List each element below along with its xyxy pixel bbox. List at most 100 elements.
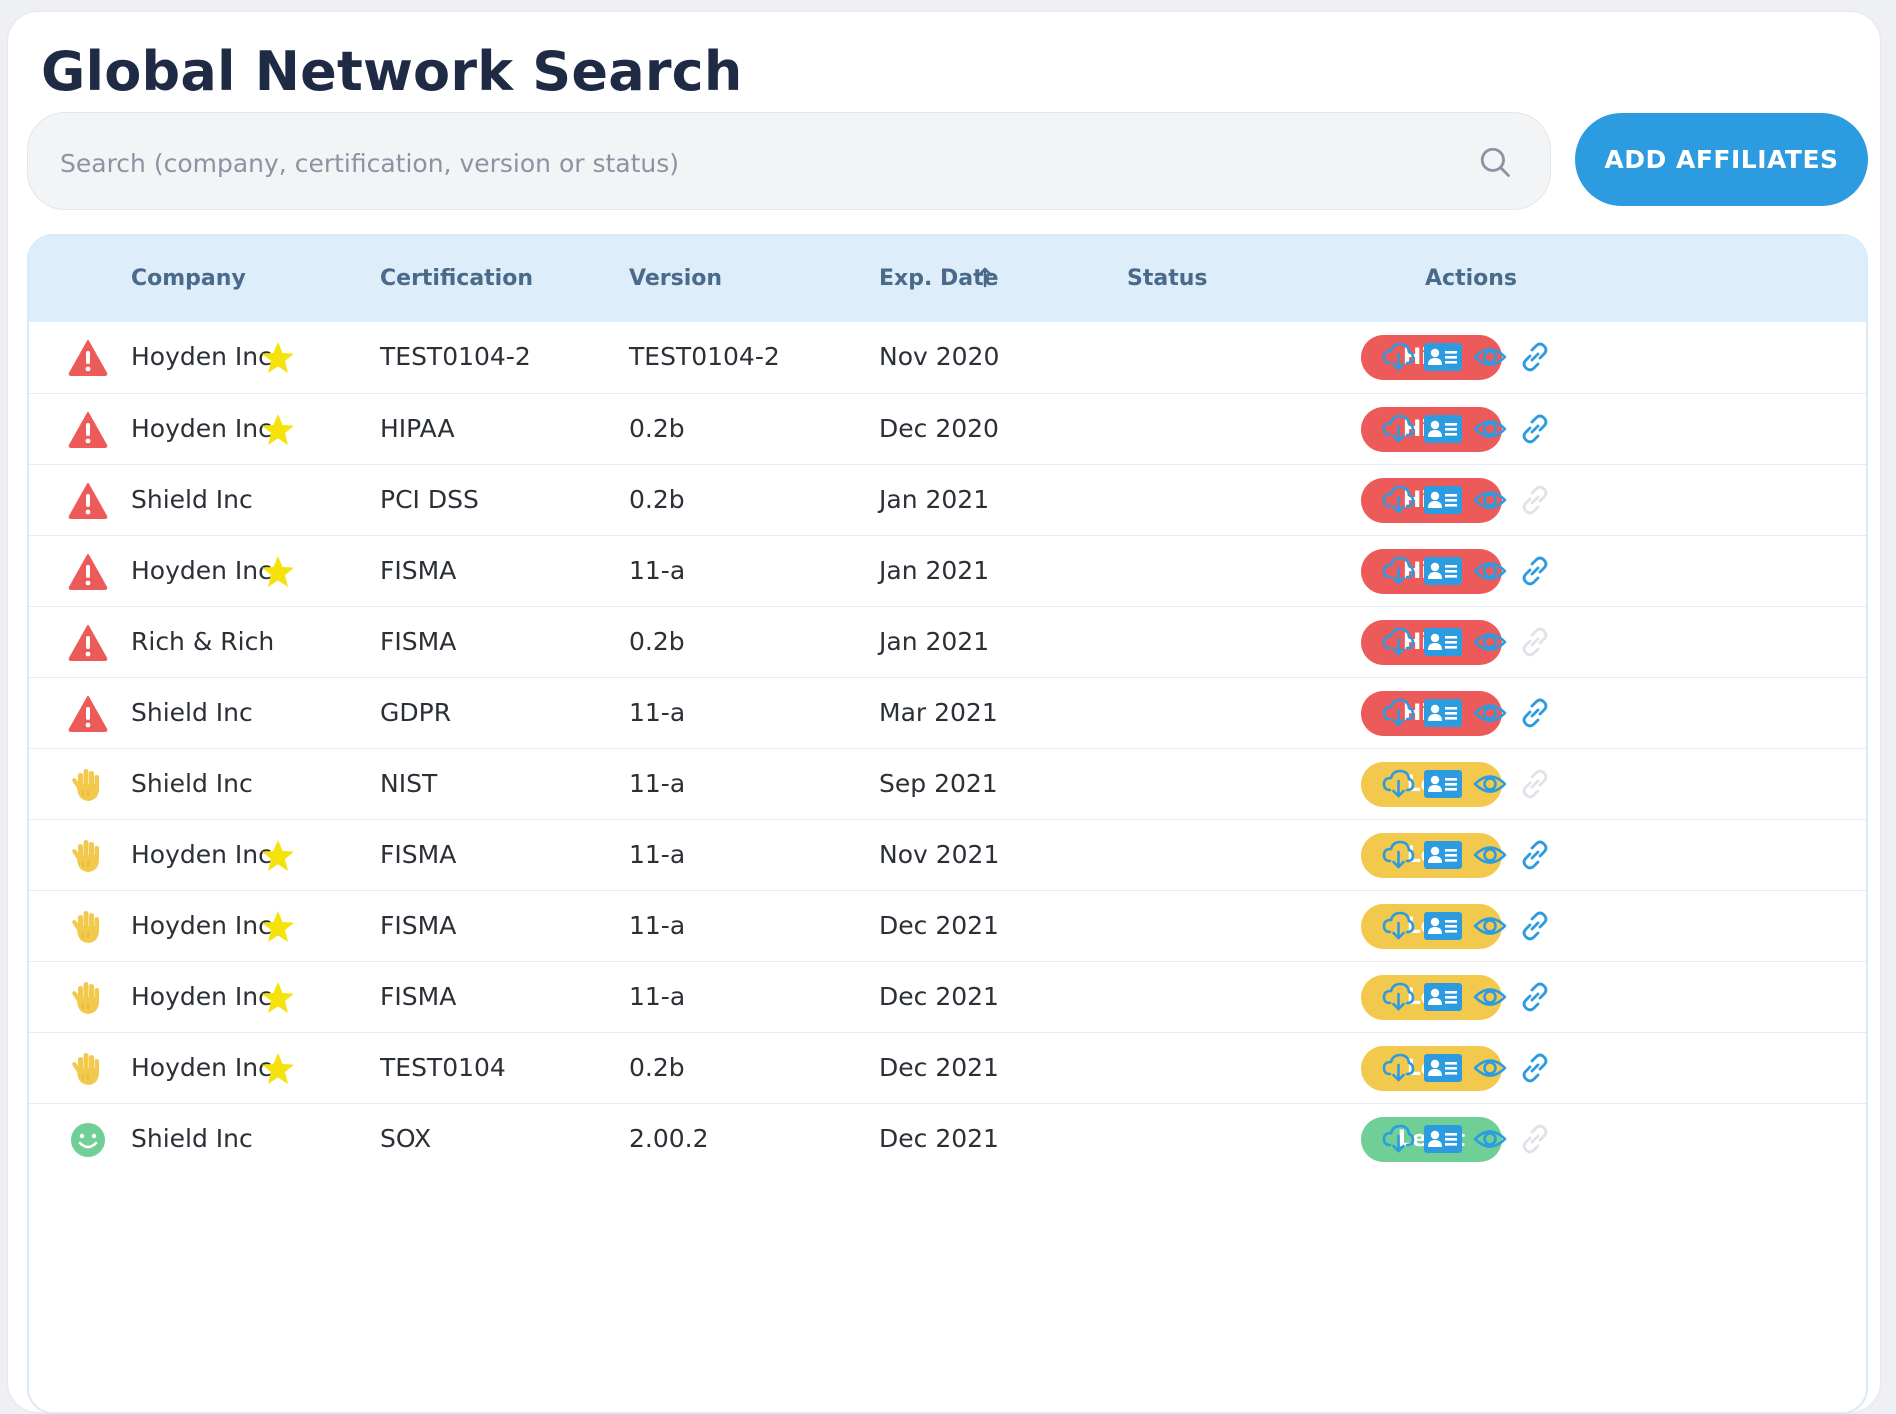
hand-icon: [72, 911, 99, 943]
table-row[interactable]: Hoyden IncFISMA11-aDec 2021Low: [29, 961, 1866, 1032]
contact-card-icon[interactable]: [1423, 554, 1463, 588]
contact-card-icon[interactable]: [1423, 767, 1463, 801]
eye-icon[interactable]: [1472, 838, 1508, 872]
exp-date-value: Dec 2021: [879, 911, 999, 940]
star-icon[interactable]: [260, 554, 296, 590]
company-name[interactable]: Hoyden Inc: [131, 414, 272, 443]
certification-name: HIPAA: [380, 414, 455, 443]
cloud-download-icon[interactable]: [1381, 980, 1415, 1014]
company-name[interactable]: Shield Inc: [131, 485, 253, 514]
table-row[interactable]: Hoyden IncFISMA11-aNov 2021Low: [29, 819, 1866, 890]
link-icon[interactable]: [1518, 554, 1552, 588]
star-icon[interactable]: [260, 838, 296, 874]
company-name[interactable]: Shield Inc: [131, 769, 253, 798]
eye-icon[interactable]: [1472, 554, 1508, 588]
cloud-download-icon[interactable]: [1381, 412, 1415, 446]
link-icon[interactable]: [1518, 838, 1552, 872]
table-row[interactable]: Shield IncSOX2.00.2Dec 2021Least: [29, 1103, 1866, 1174]
star-icon[interactable]: [260, 980, 296, 1016]
eye-icon[interactable]: [1472, 1051, 1508, 1085]
contact-card-icon[interactable]: [1423, 412, 1463, 446]
cloud-download-icon[interactable]: [1381, 1122, 1415, 1156]
company-name[interactable]: Hoyden Inc: [131, 840, 272, 869]
contact-card-icon[interactable]: [1423, 838, 1463, 872]
warning-triangle-icon: [68, 625, 108, 661]
cloud-download-icon[interactable]: [1381, 483, 1415, 517]
company-name[interactable]: Hoyden Inc: [131, 556, 272, 585]
star-icon[interactable]: [260, 412, 296, 448]
column-header-status[interactable]: Status: [1127, 266, 1207, 291]
hand-icon: [72, 769, 99, 801]
cloud-download-icon[interactable]: [1381, 909, 1415, 943]
table-row[interactable]: Shield IncPCI DSS0.2bJan 2021High: [29, 464, 1866, 535]
version-value: 0.2b: [629, 485, 685, 514]
contact-card-icon[interactable]: [1423, 483, 1463, 517]
column-header-version[interactable]: Version: [629, 266, 722, 291]
hand-icon: [72, 982, 99, 1014]
column-header-company[interactable]: Company: [131, 266, 246, 291]
eye-icon[interactable]: [1472, 625, 1508, 659]
contact-card-icon[interactable]: [1423, 625, 1463, 659]
contact-card-icon[interactable]: [1423, 696, 1463, 730]
arrow-up-icon[interactable]: [974, 264, 996, 290]
contact-card-icon[interactable]: [1423, 1122, 1463, 1156]
cloud-download-icon[interactable]: [1381, 625, 1415, 659]
link-icon[interactable]: [1518, 1051, 1552, 1085]
eye-icon[interactable]: [1472, 340, 1508, 374]
eye-icon[interactable]: [1472, 412, 1508, 446]
link-icon[interactable]: [1518, 412, 1552, 446]
table-row[interactable]: Rich & RichFISMA0.2bJan 2021High: [29, 606, 1866, 677]
version-value: 11-a: [629, 982, 686, 1011]
contact-card-icon[interactable]: [1423, 1051, 1463, 1085]
column-header-certification[interactable]: Certification: [380, 266, 533, 291]
cloud-download-icon[interactable]: [1381, 554, 1415, 588]
warning-triangle-icon: [68, 412, 108, 448]
version-value: 11-a: [629, 840, 686, 869]
cloud-download-icon[interactable]: [1381, 696, 1415, 730]
search-input[interactable]: [58, 133, 1462, 193]
contact-card-icon[interactable]: [1423, 980, 1463, 1014]
company-name[interactable]: Hoyden Inc: [131, 342, 272, 371]
cloud-download-icon[interactable]: [1381, 1051, 1415, 1085]
company-name[interactable]: Shield Inc: [131, 1124, 253, 1153]
cloud-download-icon[interactable]: [1381, 767, 1415, 801]
company-name[interactable]: Hoyden Inc: [131, 982, 272, 1011]
contact-card-icon[interactable]: [1423, 340, 1463, 374]
search-bar[interactable]: [27, 112, 1551, 210]
table-row[interactable]: Hoyden IncFISMA11-aJan 2021High: [29, 535, 1866, 606]
eye-icon[interactable]: [1472, 909, 1508, 943]
exp-date-value: Jan 2021: [879, 556, 990, 585]
cloud-download-icon[interactable]: [1381, 340, 1415, 374]
exp-date-value: Mar 2021: [879, 698, 998, 727]
add-affiliates-button[interactable]: ADD AFFILIATES: [1575, 113, 1868, 206]
company-name[interactable]: Shield Inc: [131, 698, 253, 727]
star-icon[interactable]: [260, 1051, 296, 1087]
company-name[interactable]: Hoyden Inc: [131, 1053, 272, 1082]
company-name[interactable]: Rich & Rich: [131, 627, 274, 656]
table-body: Hoyden IncTEST0104-2TEST0104-2Nov 2020Hi…: [29, 322, 1866, 1174]
table-row[interactable]: Shield IncGDPR11-aMar 2021High: [29, 677, 1866, 748]
eye-icon[interactable]: [1472, 483, 1508, 517]
eye-icon[interactable]: [1472, 1122, 1508, 1156]
eye-icon[interactable]: [1472, 767, 1508, 801]
table-row[interactable]: Hoyden IncFISMA11-aDec 2021Low: [29, 890, 1866, 961]
star-icon[interactable]: [260, 340, 296, 376]
eye-icon[interactable]: [1472, 980, 1508, 1014]
version-value: 11-a: [629, 769, 686, 798]
contact-card-icon[interactable]: [1423, 909, 1463, 943]
link-icon[interactable]: [1518, 909, 1552, 943]
cloud-download-icon[interactable]: [1381, 838, 1415, 872]
company-name[interactable]: Hoyden Inc: [131, 911, 272, 940]
table-row[interactable]: Hoyden IncHIPAA0.2bDec 2020High: [29, 393, 1866, 464]
link-icon[interactable]: [1518, 340, 1552, 374]
search-icon[interactable]: [1478, 145, 1512, 179]
link-icon[interactable]: [1518, 980, 1552, 1014]
table-row[interactable]: Shield IncNIST11-aSep 2021Low: [29, 748, 1866, 819]
eye-icon[interactable]: [1472, 696, 1508, 730]
star-icon[interactable]: [260, 909, 296, 945]
certification-name: PCI DSS: [380, 485, 479, 514]
link-icon[interactable]: [1518, 696, 1552, 730]
table-row[interactable]: Hoyden IncTEST01040.2bDec 2021Low: [29, 1032, 1866, 1103]
certification-name: SOX: [380, 1124, 432, 1153]
table-row[interactable]: Hoyden IncTEST0104-2TEST0104-2Nov 2020Hi…: [29, 322, 1866, 393]
